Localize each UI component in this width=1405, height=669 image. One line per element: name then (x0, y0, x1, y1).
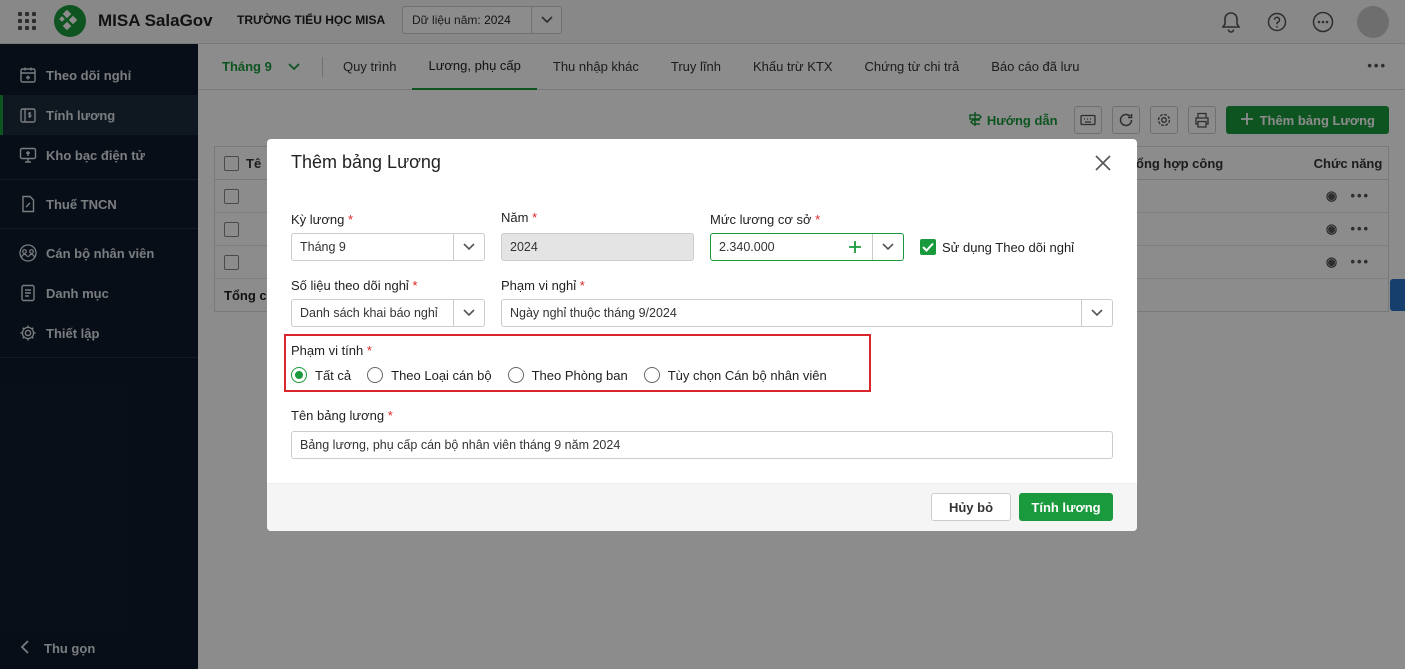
pham-vi-nghi-select[interactable]: Ngày nghỉ thuộc tháng 9/2024 (501, 299, 1113, 327)
chevron-down-icon[interactable] (453, 300, 484, 326)
nam-label: Năm * (501, 210, 538, 225)
use-tracking-label: Sử dụng Theo dõi nghỉ (942, 239, 1075, 255)
radio-theo-loai-can-bo[interactable]: Theo Loại cán bộ (367, 367, 492, 383)
chevron-down-icon[interactable] (453, 234, 484, 260)
ten-bang-input[interactable]: Bảng lương, phụ cấp cán bộ nhân viên thá… (291, 431, 1113, 459)
pham-vi-tinh-radio-group: Tất cả Theo Loại cán bộ Theo Phòng ban T… (291, 367, 827, 383)
so-lieu-label: Số liệu theo dõi nghỉ * (291, 278, 418, 293)
muc-luong-field[interactable]: 2.340.000 (710, 233, 904, 261)
radio-icon[interactable] (367, 367, 384, 383)
radio-label: Tất cả (315, 367, 352, 383)
radio-icon[interactable] (643, 367, 660, 383)
so-lieu-value: Danh sách khai báo nghỉ (300, 306, 438, 320)
cancel-button[interactable]: Hủy bỏ (931, 493, 1011, 521)
plus-icon[interactable] (838, 234, 872, 260)
radio-label: Theo Phòng ban (531, 367, 628, 383)
so-lieu-select[interactable]: Danh sách khai báo nghỉ (291, 299, 485, 327)
radio-label: Theo Loại cán bộ (391, 367, 492, 383)
ky-luong-label: Kỳ lương * (291, 212, 354, 227)
use-tracking-checkbox[interactable]: Sử dụng Theo dõi nghỉ (920, 239, 1074, 255)
radio-label: Tùy chọn Cán bộ nhân viên (667, 367, 827, 383)
radio-theo-phong-ban[interactable]: Theo Phòng ban (507, 367, 628, 383)
pham-vi-tinh-label: Phạm vi tính * (291, 343, 372, 358)
add-payroll-dialog: Thêm bảng Lương Kỳ lương * Tháng 9 Năm *… (267, 139, 1137, 531)
ten-bang-value[interactable]: Bảng lương, phụ cấp cán bộ nhân viên thá… (292, 438, 1112, 452)
nam-value: 2024 (510, 240, 538, 254)
calculate-payroll-button[interactable]: Tính lương (1019, 493, 1113, 521)
muc-luong-value[interactable]: 2.340.000 (711, 240, 838, 254)
highlight-box (284, 334, 871, 392)
dialog-title: Thêm bảng Lương (291, 152, 441, 172)
radio-icon[interactable] (507, 367, 524, 383)
radio-tuy-chon-can-bo[interactable]: Tùy chọn Cán bộ nhân viên (643, 367, 827, 383)
radio-selected-icon[interactable] (291, 367, 307, 383)
ky-luong-select[interactable]: Tháng 9 (291, 233, 485, 261)
checkmark-icon[interactable] (920, 239, 936, 255)
radio-tat-ca[interactable]: Tất cả (291, 367, 351, 383)
pham-vi-nghi-value: Ngày nghỉ thuộc tháng 9/2024 (510, 306, 677, 320)
chevron-down-icon[interactable] (872, 234, 903, 260)
chevron-down-icon[interactable] (1081, 300, 1112, 326)
ten-bang-label: Tên bảng lương * (291, 408, 393, 423)
pham-vi-nghi-label: Phạm vi nghỉ * (501, 278, 585, 293)
nam-field: 2024 (501, 233, 694, 261)
ky-luong-value: Tháng 9 (300, 240, 346, 254)
close-icon[interactable] (1093, 153, 1113, 173)
muc-luong-label: Mức lương cơ sở * (710, 212, 821, 227)
